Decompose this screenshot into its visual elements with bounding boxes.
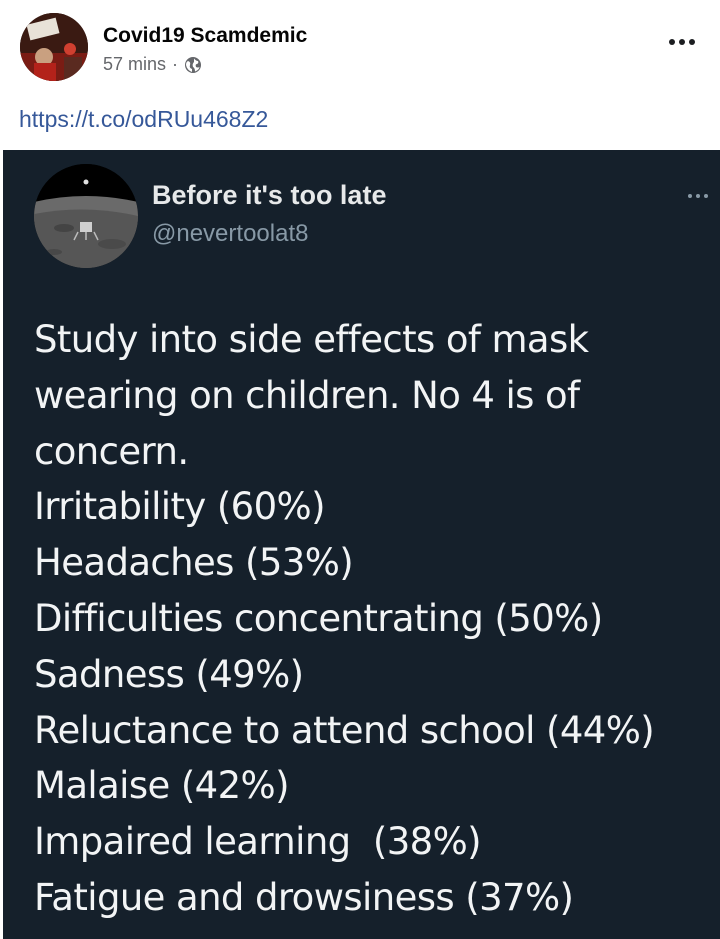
tweet-screenshot: Before it's too late @nevertoolat8 Study… — [3, 150, 720, 939]
tweet-author-handle: @nevertoolat8 — [152, 220, 309, 247]
more-dot-icon — [704, 194, 708, 198]
author-avatar[interactable] — [20, 13, 88, 81]
tweet-text-line: wearing on children. No 4 is of — [34, 373, 580, 417]
tweet-text-line: Fatigue and drowsiness (37%) — [34, 875, 574, 919]
avatar-image — [20, 13, 88, 81]
post-options-button[interactable] — [662, 30, 702, 54]
author-name[interactable]: Covid19 Scamdemic — [103, 24, 307, 48]
tweet-text-line: Sadness (49%) — [34, 652, 304, 696]
tweet-author-name: Before it's too late — [152, 180, 387, 210]
more-dot-icon — [689, 39, 695, 45]
tweet-text-line: Study into side effects of mask — [34, 318, 589, 361]
tweet-text-line: Irritability (60%) — [34, 485, 326, 529]
post-meta: 57 mins · — [103, 54, 202, 75]
globe-icon — [184, 56, 202, 74]
moon-lander-image — [34, 164, 138, 268]
tweet-text-line: Headaches (53%) — [34, 541, 354, 585]
tweet-body: Study into side effects of mask wearing … — [34, 312, 714, 926]
post-link[interactable]: https://t.co/odRUu468Z2 — [19, 106, 268, 133]
tweet-text-line: Difficulties concentrating (50%) — [34, 596, 603, 640]
more-dot-icon — [696, 194, 700, 198]
tweet-text-line: Impaired learning (38%) — [34, 820, 482, 864]
tweet-text-line: Reluctance to attend school (44%) — [34, 708, 655, 752]
tweet-text-line: Malaise (42%) — [34, 764, 290, 808]
more-dot-icon — [669, 39, 675, 45]
more-dot-icon — [679, 39, 685, 45]
more-dot-icon — [688, 194, 692, 198]
tweet-more-icon — [681, 188, 715, 204]
meta-separator: · — [172, 54, 179, 74]
tweet-text-line: concern. — [34, 429, 189, 473]
tweet-avatar — [34, 164, 138, 268]
post-time[interactable]: 57 mins — [103, 54, 166, 75]
post-header: Covid19 Scamdemic 57 mins · — [0, 0, 720, 100]
